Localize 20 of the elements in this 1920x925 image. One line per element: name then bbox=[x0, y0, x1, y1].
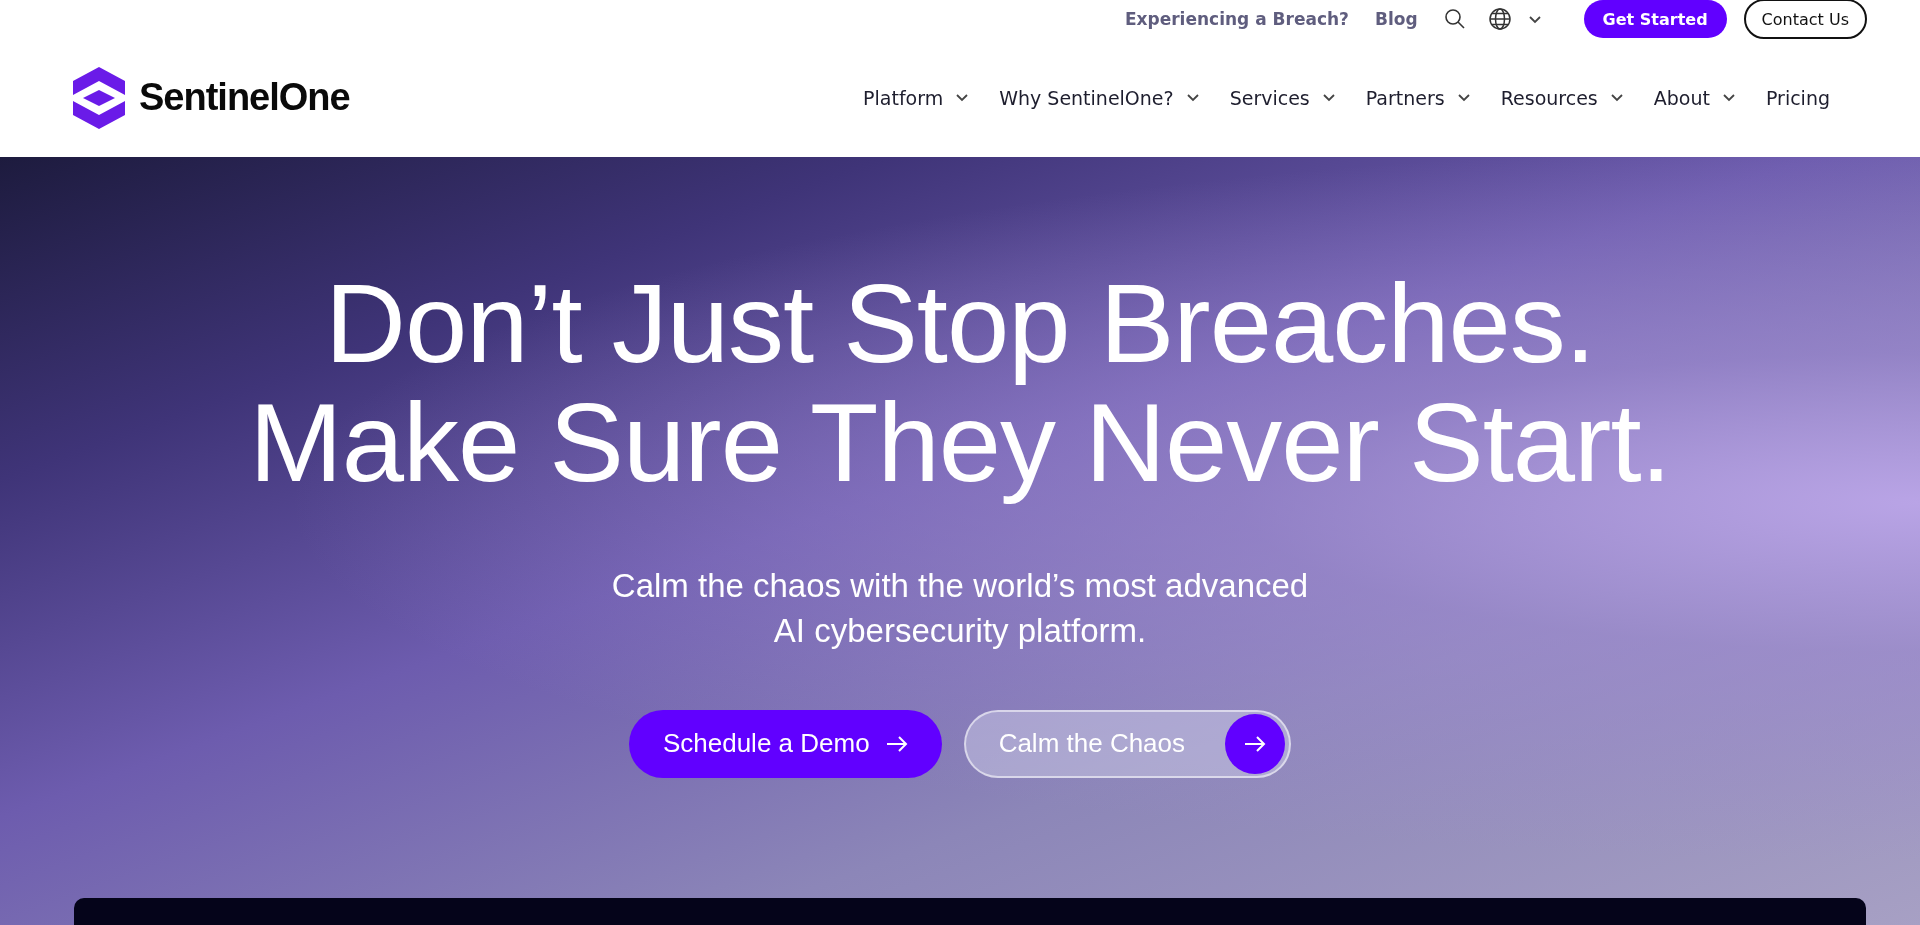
nav-item[interactable]: About bbox=[1653, 86, 1736, 109]
nav-item[interactable]: Services bbox=[1229, 86, 1336, 109]
arrow-right-icon bbox=[1244, 735, 1267, 752]
schedule-demo-button[interactable]: Schedule a Demo bbox=[628, 709, 942, 778]
hero-headline: Don’t Just Stop Breaches. Make Sure They Never Start. bbox=[249, 265, 1671, 503]
nav-item[interactable]: Why SentinelOne? bbox=[999, 86, 1200, 109]
utility-link[interactable]: Experiencing a Breach? bbox=[1124, 9, 1349, 29]
utility-link[interactable]: Blog bbox=[1374, 9, 1418, 29]
chevron-down-icon bbox=[1527, 14, 1542, 24]
logo-wordmark[interactable]: SentinelOne bbox=[139, 76, 350, 119]
arrow-right-icon bbox=[885, 735, 908, 752]
contact-us-button[interactable]: Contact Us bbox=[1743, 0, 1867, 39]
nav-item[interactable]: Resources bbox=[1500, 86, 1624, 109]
nav-item[interactable]: Partners bbox=[1365, 86, 1471, 109]
get-started-button[interactable]: Get Started bbox=[1583, 0, 1727, 38]
search-icon[interactable] bbox=[1443, 8, 1466, 30]
globe-icon[interactable] bbox=[1487, 7, 1512, 31]
nav-item[interactable]: Platform bbox=[863, 86, 970, 109]
hero-subtitle: Calm the chaos with the world’s most advanced AI cybersecurity platform. bbox=[611, 566, 1309, 651]
nav-item[interactable]: Pricing bbox=[1765, 86, 1830, 109]
